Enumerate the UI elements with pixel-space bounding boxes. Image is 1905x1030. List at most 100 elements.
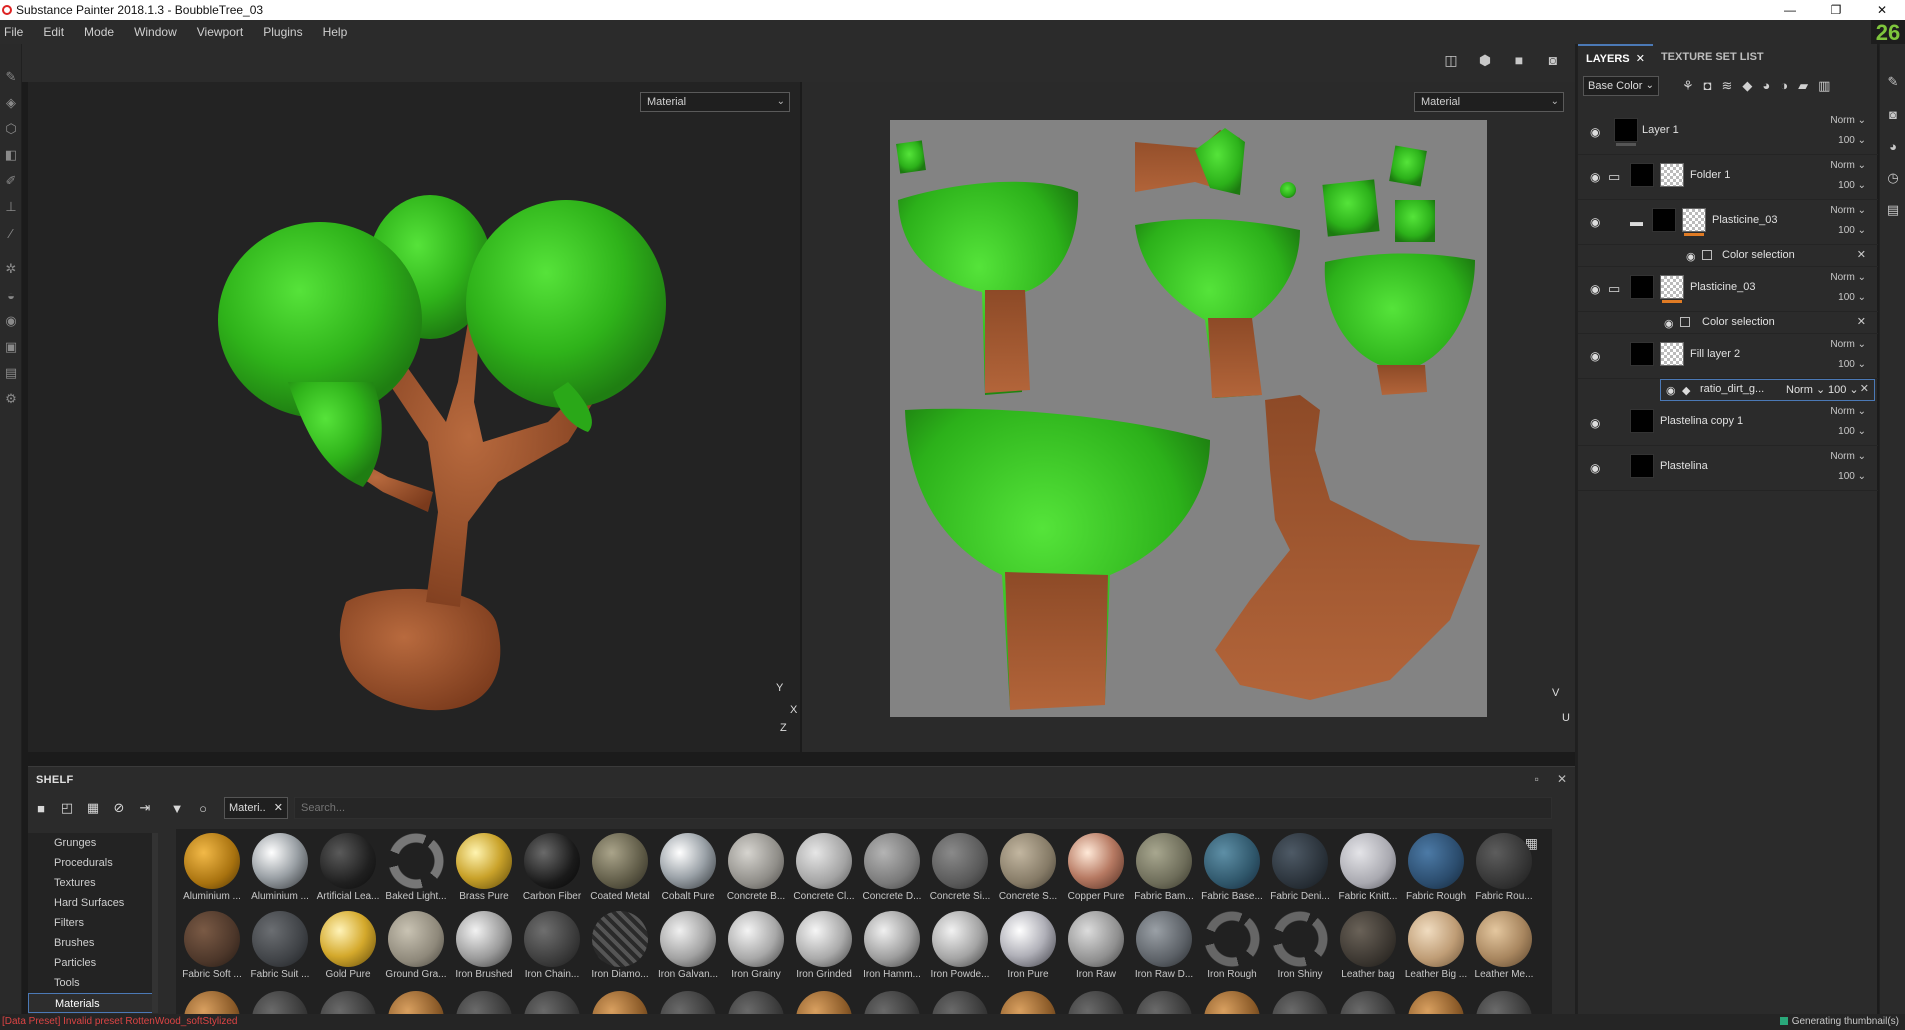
material-thumbnail[interactable]: Artificial Lea... [314, 829, 382, 907]
material-thumbnail[interactable]: Iron Pure [994, 907, 1062, 985]
add-layer-icon[interactable]: ≋ [1722, 78, 1733, 94]
brush-properties-icon[interactable]: ✎ [1880, 66, 1905, 98]
layer-blend-mode[interactable]: Norm ⌄ [1830, 406, 1866, 417]
tab-layers[interactable]: LAYERS ✕ [1578, 44, 1653, 70]
layer-row-plastelina-copy-1[interactable]: ◉ Plastelina copy 1 Norm ⌄ 100 ⌄ [1578, 401, 1878, 446]
layer-row-folder-1[interactable]: ◉ ▭ Folder 1 Norm ⌄ 100 ⌄ [1578, 155, 1878, 200]
folder-icon[interactable]: ■ [28, 801, 54, 816]
layer-opacity[interactable]: 100 ⌄ [1838, 426, 1866, 437]
material-thumbnail[interactable]: Cobalt Pure [654, 829, 722, 907]
visibility-eye-icon[interactable]: ◉ [1666, 384, 1676, 397]
folder-open-icon[interactable]: ▭ [1608, 169, 1620, 185]
material-thumbnail[interactable]: Iron Raw [1062, 907, 1130, 985]
visibility-eye-icon[interactable]: ◉ [1590, 283, 1602, 295]
material-thumbnail[interactable]: Iron Hamm... [858, 907, 926, 985]
effect-checkbox[interactable] [1680, 317, 1690, 327]
folder-open-icon[interactable]: ▭ [1608, 281, 1620, 297]
layer-blend-mode[interactable]: Norm ⌄ [1830, 339, 1866, 350]
projection-icon[interactable]: ⬡ [0, 116, 22, 142]
layer-opacity[interactable]: 100 ⌄ [1838, 225, 1866, 236]
material-thumbnail[interactable]: Leather bag [1334, 907, 1402, 985]
layer-blend-mode[interactable]: Norm ⌄ [1830, 205, 1866, 216]
material-thumbnail[interactable]: Baked Light... [382, 829, 450, 907]
folder-icon[interactable]: ▬ [1630, 214, 1643, 229]
add-fill-layer-icon[interactable]: ◆ [1742, 78, 1752, 94]
material-thumbnail[interactable]: Iron Brushed [450, 907, 518, 985]
bake-icon[interactable]: ✲ [0, 256, 22, 282]
material-thumbnail[interactable]: Aluminium ... [246, 829, 314, 907]
effect-checkbox[interactable] [1702, 250, 1712, 260]
remove-effect-icon[interactable]: ✕ [1857, 248, 1866, 261]
material-thumbnail[interactable]: Concrete D... [858, 829, 926, 907]
close-window-button[interactable]: ✕ [1859, 0, 1905, 20]
material-thumbnail[interactable]: Fabric Rough [1402, 829, 1470, 907]
material-thumbnail[interactable]: Fabric Rou... [1470, 829, 1538, 907]
geometry-decal-icon[interactable]: ◧ [0, 142, 22, 168]
save-icon[interactable]: ▦ [80, 800, 106, 816]
color-picker-icon[interactable]: ⁄ [0, 220, 22, 246]
visibility-eye-icon[interactable]: ◉ [1590, 417, 1602, 429]
effect-blend-mode[interactable]: Norm ⌄ [1786, 383, 1825, 396]
shelf-filter-chip[interactable]: Materi.. ✕ [224, 797, 288, 819]
remove-filter-icon[interactable]: ✕ [274, 798, 283, 818]
material-thumbnail[interactable]: Leather Big ... [1402, 907, 1470, 985]
layer-opacity[interactable]: 100 ⌄ [1838, 135, 1866, 146]
layer-opacity[interactable]: 100 ⌄ [1838, 180, 1866, 191]
layer-opacity[interactable]: 100 ⌄ [1838, 359, 1866, 370]
circle-icon[interactable]: ○ [190, 801, 216, 816]
material-thumbnail[interactable]: Gold Pure [314, 907, 382, 985]
material-thumbnail[interactable]: Iron Chain... [518, 907, 586, 985]
material-thumbnail[interactable]: Aluminium ... [178, 829, 246, 907]
material-thumbnail[interactable]: Iron Powde... [926, 907, 994, 985]
material-thumbnail[interactable]: Iron Shiny [1266, 907, 1334, 985]
material-thumbnail[interactable]: Iron Galvan... [654, 907, 722, 985]
add-mask-icon[interactable]: ◘ [1704, 78, 1712, 94]
filter-icon[interactable]: ▼ [164, 801, 190, 816]
viewport-2d-mode-select[interactable]: Material ⌄ [1414, 92, 1564, 112]
photoshop-icon[interactable]: ▣ [0, 334, 22, 360]
shelf-category-particles[interactable]: Particles [28, 953, 158, 973]
float-panel-icon[interactable]: ▫ [1535, 772, 1539, 786]
visibility-eye-icon[interactable]: ◉ [1590, 350, 1602, 362]
eraser-icon[interactable]: ◈ [0, 90, 22, 116]
close-shelf-icon[interactable]: ✕ [1557, 772, 1567, 786]
layer-blend-mode[interactable]: Norm ⌄ [1830, 115, 1866, 126]
shelf-search-input[interactable] [294, 797, 1552, 819]
material-thumbnail[interactable]: Fabric Base... [1198, 829, 1266, 907]
layer-blend-mode[interactable]: Norm ⌄ [1830, 160, 1866, 171]
split-view-icon[interactable]: ◫ [1441, 52, 1461, 69]
material-thumbnail[interactable]: Iron Rough [1198, 907, 1266, 985]
material-thumbnail[interactable]: Concrete Si... [926, 829, 994, 907]
shelf-category-grunges[interactable]: Grunges [28, 833, 158, 853]
material-thumbnail[interactable]: Brass Pure [450, 829, 518, 907]
shelf-category-brushes[interactable]: Brushes [28, 933, 158, 953]
menu-plugins[interactable]: Plugins [259, 25, 312, 39]
shelf-category-filters[interactable]: Filters [28, 913, 158, 933]
viewport-2d-uv[interactable]: Material ⌄ V U [802, 82, 1575, 752]
shelf-category-materials[interactable]: Materials [28, 993, 158, 1013]
menu-help[interactable]: Help [319, 25, 358, 39]
layer-opacity[interactable]: 100 ⌄ [1838, 292, 1866, 303]
layer-row-layer-1[interactable]: ◉ Layer 1 Norm ⌄ 100 ⌄ [1578, 110, 1878, 155]
material-thumbnail[interactable]: Fabric Deni... [1266, 829, 1334, 907]
remove-effect-icon[interactable]: ✕ [1860, 382, 1869, 395]
material-thumbnail[interactable]: Fabric Knitt... [1334, 829, 1402, 907]
material-icon[interactable]: ◉ [0, 308, 22, 334]
shelf-category-textures[interactable]: Textures [28, 873, 158, 893]
material-thumbnail[interactable]: Iron Grinded [790, 907, 858, 985]
material-thumbnail[interactable]: Coated Metal [586, 829, 654, 907]
restore-button[interactable]: ❐ [1813, 0, 1859, 20]
material-thumbnail[interactable]: Fabric Soft ... [178, 907, 246, 985]
material-thumbnail[interactable]: Ground Gra... [382, 907, 450, 985]
material-thumbnail[interactable]: Iron Grainy [722, 907, 790, 985]
add-smart-mask-icon[interactable]: ◕ [1762, 78, 1770, 94]
hide-icon[interactable]: ⊘ [106, 800, 132, 816]
3d-view-icon[interactable]: ⬢ [1475, 52, 1495, 69]
bell-icon[interactable]: ◒ [0, 282, 22, 308]
material-thumbnail[interactable]: Concrete B... [722, 829, 790, 907]
minimize-button[interactable]: — [1767, 0, 1813, 20]
layer-row-plastelina[interactable]: ◉ Plastelina Norm ⌄ 100 ⌄ [1578, 446, 1878, 491]
material-thumbnail[interactable]: Iron Raw D... [1130, 907, 1198, 985]
menu-file[interactable]: File [0, 25, 33, 39]
paint-brush-icon[interactable]: ✎ [0, 64, 22, 90]
